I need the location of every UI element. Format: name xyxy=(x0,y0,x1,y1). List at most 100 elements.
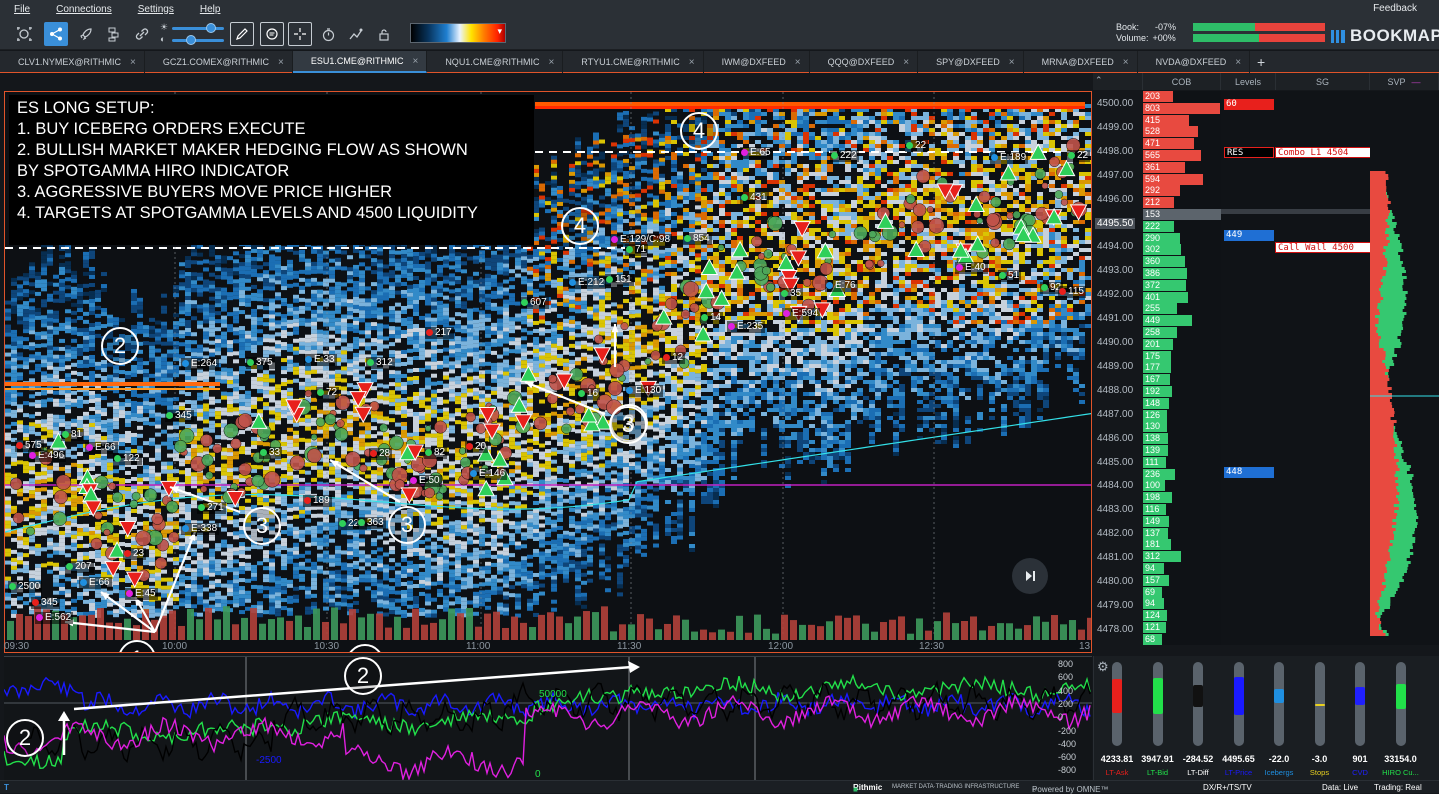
slider-hiro-cu-[interactable] xyxy=(1396,662,1406,746)
tab-label: IWM@DXFEED xyxy=(722,57,786,67)
heatmap-color-legend[interactable]: ▾ xyxy=(410,23,506,43)
menu-settings[interactable]: Settings xyxy=(138,4,174,15)
trade-dot-icon xyxy=(626,246,633,253)
slider-icebergs[interactable] xyxy=(1274,662,1284,746)
cob-row: 138 xyxy=(1143,433,1168,444)
trade-label: E:189 xyxy=(990,152,1028,164)
sg-tag: Call Wall 4500 xyxy=(1275,242,1372,253)
share-icon[interactable] xyxy=(44,22,68,46)
sg-header[interactable]: SG xyxy=(1276,73,1370,90)
slider-fill xyxy=(1153,678,1163,714)
close-icon[interactable]: × xyxy=(1235,57,1241,68)
trade-label-text: 363 xyxy=(367,517,384,528)
trade-dot-icon xyxy=(626,387,633,394)
layers-icon[interactable] xyxy=(102,22,126,46)
slider-cvd[interactable] xyxy=(1355,662,1365,746)
trade-label-text: 375 xyxy=(256,357,273,368)
hiro-indicator-panel[interactable]: 50000-25000 22 xyxy=(4,656,1092,780)
indicator-tick: 400 xyxy=(1058,686,1073,696)
time-tick: 11:30 xyxy=(617,641,641,652)
trade-dot-icon xyxy=(470,470,477,477)
cob-row: 292 xyxy=(1143,185,1180,196)
slider-stops[interactable] xyxy=(1315,662,1325,746)
close-icon[interactable]: × xyxy=(689,57,695,68)
lock-icon[interactable] xyxy=(372,22,396,46)
cob-row: 121 xyxy=(1143,622,1166,633)
slider-lt-price[interactable] xyxy=(1234,662,1244,746)
tab-spy-dxfeed[interactable]: SPY@DXFEED× xyxy=(918,51,1024,73)
heatmap-chart[interactable]: ES LONG SETUP:1. BUY ICEBERG ORDERS EXEC… xyxy=(4,91,1092,653)
tab-mrna-dxfeed[interactable]: MRNA@DXFEED× xyxy=(1024,51,1138,73)
price-tick: 4483.00 xyxy=(1097,504,1133,515)
close-icon[interactable]: × xyxy=(412,56,418,67)
pencil-icon[interactable] xyxy=(230,22,254,46)
tab-nvda-dxfeed[interactable]: NVDA@DXFEED× xyxy=(1138,51,1251,73)
close-icon[interactable]: × xyxy=(903,57,909,68)
trade-label-text: 2500 xyxy=(18,581,40,592)
trade-dot-icon xyxy=(304,497,311,504)
trade-dot-icon xyxy=(425,449,432,456)
trade-label: 23 xyxy=(123,548,146,560)
feed-status: DX/R+/TS/TV xyxy=(1203,783,1252,792)
price-tick: 4488.00 xyxy=(1097,385,1133,396)
crosshair-icon[interactable] xyxy=(288,22,312,46)
link-icon[interactable] xyxy=(130,22,154,46)
cob-row: 471 xyxy=(1143,138,1194,149)
timer-icon[interactable] xyxy=(316,22,340,46)
slider-lt-bid[interactable] xyxy=(1153,662,1163,746)
trade-label: 12 xyxy=(662,352,685,364)
close-icon[interactable]: × xyxy=(548,57,554,68)
tab-iwm-dxfeed[interactable]: IWM@DXFEED × xyxy=(704,51,810,73)
cob-header[interactable]: COB xyxy=(1143,73,1221,90)
add-tab-button[interactable]: + xyxy=(1250,51,1272,72)
svp-toggle-icon[interactable]: — xyxy=(1412,77,1421,87)
collapse-chevron-icon[interactable]: ⌃ xyxy=(1095,75,1103,86)
gear-icon[interactable]: ⚙ xyxy=(1097,659,1109,675)
indicator-sliders-panel: ⚙ 4233.81LT-Ask3947.91LT-Bid-284.52LT-Di… xyxy=(1093,656,1439,780)
svp-header[interactable]: SVP— xyxy=(1370,73,1439,90)
close-icon[interactable]: × xyxy=(278,57,284,68)
price-tick: 4478.00 xyxy=(1097,624,1133,635)
tab-nqu1-cme-rithmic[interactable]: NQU1.CME@RITHMIC× xyxy=(427,51,563,73)
close-icon[interactable]: × xyxy=(1123,57,1129,68)
tab-gcz1-comex-rithmic[interactable]: GCZ1.COMEX@RITHMIC× xyxy=(145,51,293,73)
cob-row: 255 xyxy=(1143,303,1177,314)
crosshair-settings-icon[interactable] xyxy=(12,22,36,46)
trade-dot-icon xyxy=(114,455,121,462)
slider-lt-diff[interactable] xyxy=(1193,662,1203,746)
level-tag: 449 xyxy=(1224,230,1274,241)
skip-to-live-button[interactable] xyxy=(1012,558,1048,594)
close-icon[interactable]: × xyxy=(1009,57,1015,68)
chart-settings-icon[interactable] xyxy=(344,22,368,46)
trade-dot-icon xyxy=(339,520,346,527)
menu-connections[interactable]: Connections xyxy=(56,4,112,15)
meter-green xyxy=(1193,34,1259,42)
trade-label-text: 431 xyxy=(750,192,767,203)
cob-row: 258 xyxy=(1143,327,1177,338)
feedback-link[interactable]: Feedback xyxy=(1373,3,1417,14)
setup-line: BY SPOTGAMMA HIRO INDICATOR xyxy=(17,161,526,182)
brightness-slider-icon[interactable]: ☀ ◐ xyxy=(160,21,230,47)
levels-header[interactable]: Levels xyxy=(1221,73,1276,90)
tab-esu1-cme-rithmic[interactable]: ESU1.CME@RITHMIC× xyxy=(293,51,428,73)
tab-qqq-dxfeed[interactable]: QQQ@DXFEED× xyxy=(810,51,919,73)
cob-row: 201 xyxy=(1143,339,1173,350)
close-icon[interactable]: × xyxy=(795,57,801,68)
menu-file[interactable]: File xyxy=(14,4,30,15)
trade-label: 82 xyxy=(424,447,447,459)
trade-label-text: E:130 xyxy=(635,385,661,396)
slider-fill xyxy=(1193,685,1203,708)
rocket-icon[interactable] xyxy=(74,22,98,46)
menu-help[interactable]: Help xyxy=(200,4,221,15)
chat-icon[interactable] xyxy=(260,22,284,46)
trade-label-text: 14 xyxy=(710,312,721,323)
tab-label: RTYU1.CME@RITHMIC xyxy=(581,57,679,67)
cob-row: 124 xyxy=(1143,610,1167,621)
trade-dot-icon xyxy=(260,449,267,456)
trade-label: E:40 xyxy=(955,262,988,274)
slider-name: HIRO Cu... xyxy=(1376,768,1426,777)
slider-lt-ask[interactable] xyxy=(1112,662,1122,746)
tab-clv1-nymex-rithmic[interactable]: CLV1.NYMEX@RITHMIC× xyxy=(0,51,145,73)
tab-rtyu1-cme-rithmic[interactable]: RTYU1.CME@RITHMIC × xyxy=(563,51,703,73)
close-icon[interactable]: × xyxy=(130,57,136,68)
